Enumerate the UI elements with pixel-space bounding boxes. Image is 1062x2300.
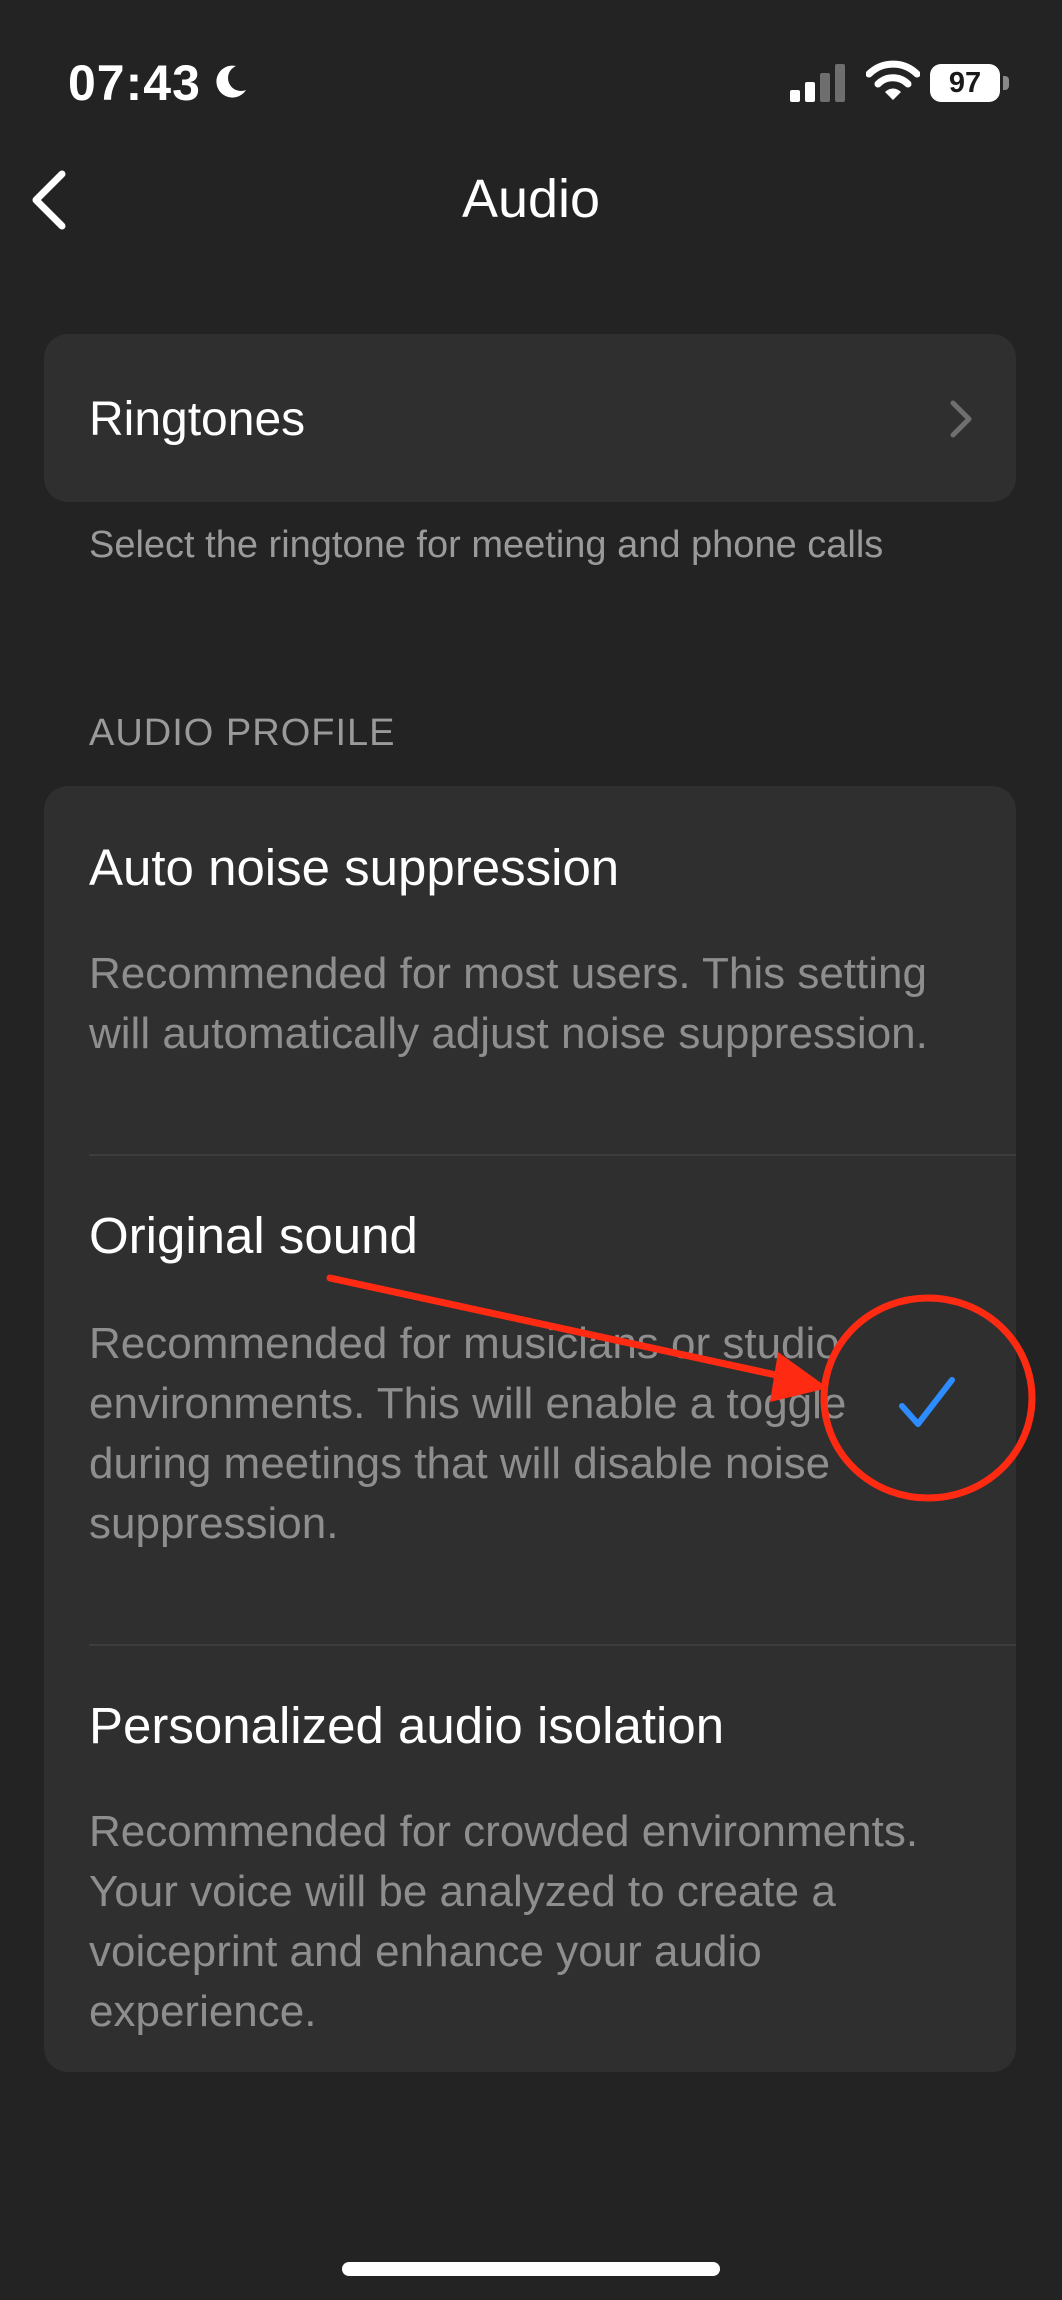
wifi-icon (866, 60, 920, 100)
checkmark-icon (899, 1377, 955, 1427)
audio-settings-screen: 07:43 97 Audio Ringtones Select the ring… (0, 0, 1062, 2300)
option-title: Original sound (89, 1207, 418, 1264)
audio-profile-header: AUDIO PROFILE (89, 712, 396, 754)
option-auto-noise-suppression[interactable]: Auto noise suppression Recommended for m… (44, 786, 1016, 1154)
battery-level: 97 (948, 67, 982, 99)
option-title: Personalized audio isolation (89, 1697, 725, 1754)
battery-icon: 97 (930, 64, 1000, 102)
moon-icon (216, 65, 246, 98)
page-title: Audio (461, 169, 601, 229)
option-description: Recommended for most users. This setting… (89, 949, 928, 1058)
status-bar: 07:43 97 (0, 0, 1062, 170)
home-indicator (342, 2262, 720, 2276)
chevron-right-icon (950, 400, 972, 438)
status-time: 07:43 (68, 55, 201, 111)
ringtones-row[interactable]: Ringtones (44, 334, 1016, 502)
ringtones-footnote: Select the ringtone for meeting and phon… (89, 524, 884, 566)
signal-icon (790, 64, 845, 102)
option-personalized-audio-isolation[interactable]: Personalized audio isolation Recommended… (44, 1644, 1016, 2072)
option-title: Auto noise suppression (89, 839, 620, 896)
ringtones-label: Ringtones (89, 393, 306, 446)
option-description: Recommended for musicians or studio envi… (89, 1319, 847, 1548)
battery-tip (1003, 76, 1009, 90)
option-description: Recommended for crowded environments. Yo… (89, 1807, 919, 2036)
audio-profile-card: Auto noise suppression Recommended for m… (44, 786, 1016, 2072)
option-original-sound[interactable]: Original sound Recommended for musicians… (44, 1154, 1016, 1644)
